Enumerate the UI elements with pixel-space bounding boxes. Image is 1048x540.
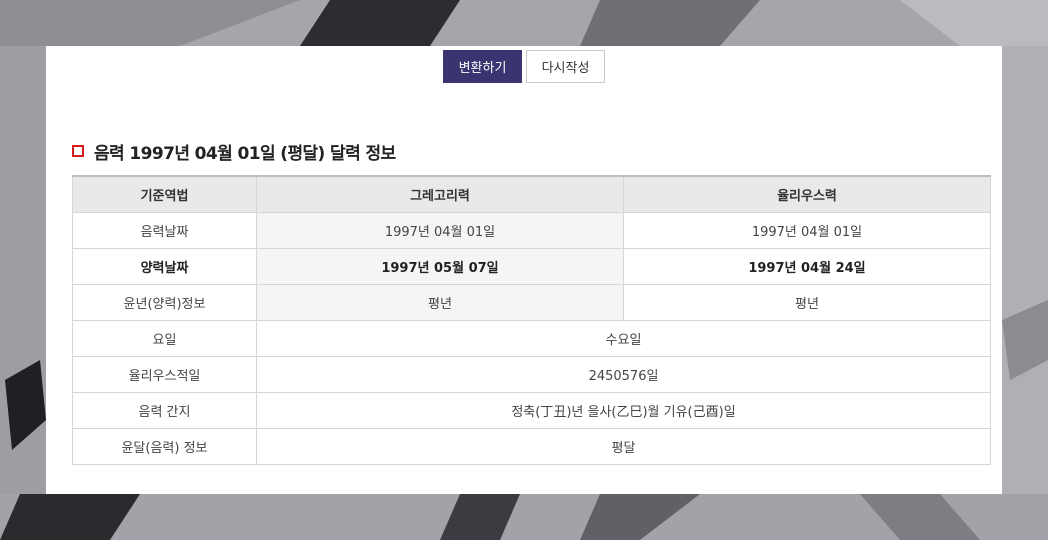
red-square-icon	[72, 145, 84, 157]
table-row-leap-year: 윤년(양력)정보 평년 평년	[72, 284, 991, 321]
julian-day-value: 2450576일	[256, 356, 991, 393]
header-calendar-system: 기준역법	[72, 175, 257, 213]
row-label: 음력 간지	[72, 392, 257, 429]
result-heading-text: 음력 1997년 04월 01일 (평달) 달력 정보	[94, 143, 396, 164]
converter-panel: 변환하기 다시작성 음력 1997년 04월 01일 (평달) 달력 정보 기준…	[46, 46, 1002, 494]
table-row-julian-day: 율리우스적일 2450576일	[72, 356, 991, 393]
row-label: 율리우스적일	[72, 356, 257, 393]
result-heading: 음력 1997년 04월 01일 (평달) 달력 정보	[72, 139, 396, 164]
row-label: 음력날짜	[72, 212, 257, 249]
row-label: 양력날짜	[72, 248, 257, 285]
row-label: 윤년(양력)정보	[72, 284, 257, 321]
table-row-solar-date: 양력날짜 1997년 05월 07일 1997년 04월 24일	[72, 248, 991, 285]
reset-button[interactable]: 다시작성	[526, 50, 605, 83]
gregorian-value: 평년	[256, 284, 624, 321]
julian-value: 평년	[623, 284, 991, 321]
leap-month-value: 평달	[256, 428, 991, 465]
row-label: 윤달(음력) 정보	[72, 428, 257, 465]
table-row-ganji: 음력 간지 정축(丁丑)년 을사(乙巳)월 기유(己酉)일	[72, 392, 991, 429]
julian-value: 1997년 04월 24일	[623, 248, 991, 285]
header-julian: 율리우스력	[623, 175, 991, 213]
gregorian-value: 1997년 05월 07일	[256, 248, 624, 285]
ganji-value: 정축(丁丑)년 을사(乙巳)월 기유(己酉)일	[256, 392, 991, 429]
table-row-leap-month: 윤달(음력) 정보 평달	[72, 428, 991, 465]
julian-value: 1997년 04월 01일	[623, 212, 991, 249]
header-gregorian: 그레고리력	[256, 175, 624, 213]
button-group: 변환하기 다시작성	[46, 50, 1002, 83]
weekday-value: 수요일	[256, 320, 991, 357]
table-row-weekday: 요일 수요일	[72, 320, 991, 357]
table-row-lunar-date: 음력날짜 1997년 04월 01일 1997년 04월 01일	[72, 212, 991, 249]
convert-button[interactable]: 변환하기	[443, 50, 522, 83]
gregorian-value: 1997년 04월 01일	[256, 212, 624, 249]
table-header-row: 기준역법 그레고리력 율리우스력	[72, 175, 991, 213]
calendar-info-table: 기준역법 그레고리력 율리우스력 음력날짜 1997년 04월 01일 1997…	[72, 175, 991, 465]
row-label: 요일	[72, 320, 257, 357]
